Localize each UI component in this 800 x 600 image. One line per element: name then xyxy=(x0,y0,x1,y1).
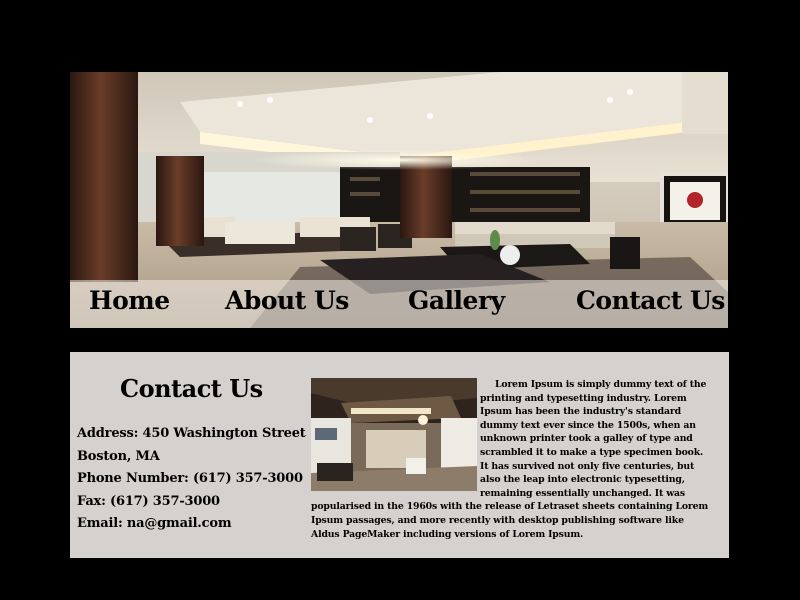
nav-about-us-link[interactable]: About Us xyxy=(225,286,349,315)
interior-thumbnail-image xyxy=(311,378,477,491)
nav-gallery-link[interactable]: Gallery xyxy=(408,286,505,315)
contact-city: Boston, MA xyxy=(77,448,160,464)
main-nav: Home About Us Gallery Contact Us xyxy=(70,280,728,328)
contact-fax: Fax: (617) 357-3000 xyxy=(77,493,220,509)
contact-email: Email: na@gmail.com xyxy=(77,516,232,531)
contact-phone: Phone Number: (617) 357-3000 xyxy=(77,471,303,486)
hero-banner: Home About Us Gallery Contact Us xyxy=(70,72,728,328)
contact-info: Address: 450 Washington Street Boston, M… xyxy=(77,423,307,536)
contact-heading: Contact Us xyxy=(120,374,263,403)
nav-home-link[interactable]: Home xyxy=(89,286,170,315)
contact-address: Address: 450 Washington Street xyxy=(77,426,306,441)
content-panel: Contact Us Address: 450 Washington Stree… xyxy=(70,352,729,558)
about-text-block: Lorem Ipsum is simply dummy text of the … xyxy=(311,378,711,541)
nav-contact-us-link[interactable]: Contact Us xyxy=(576,286,725,315)
